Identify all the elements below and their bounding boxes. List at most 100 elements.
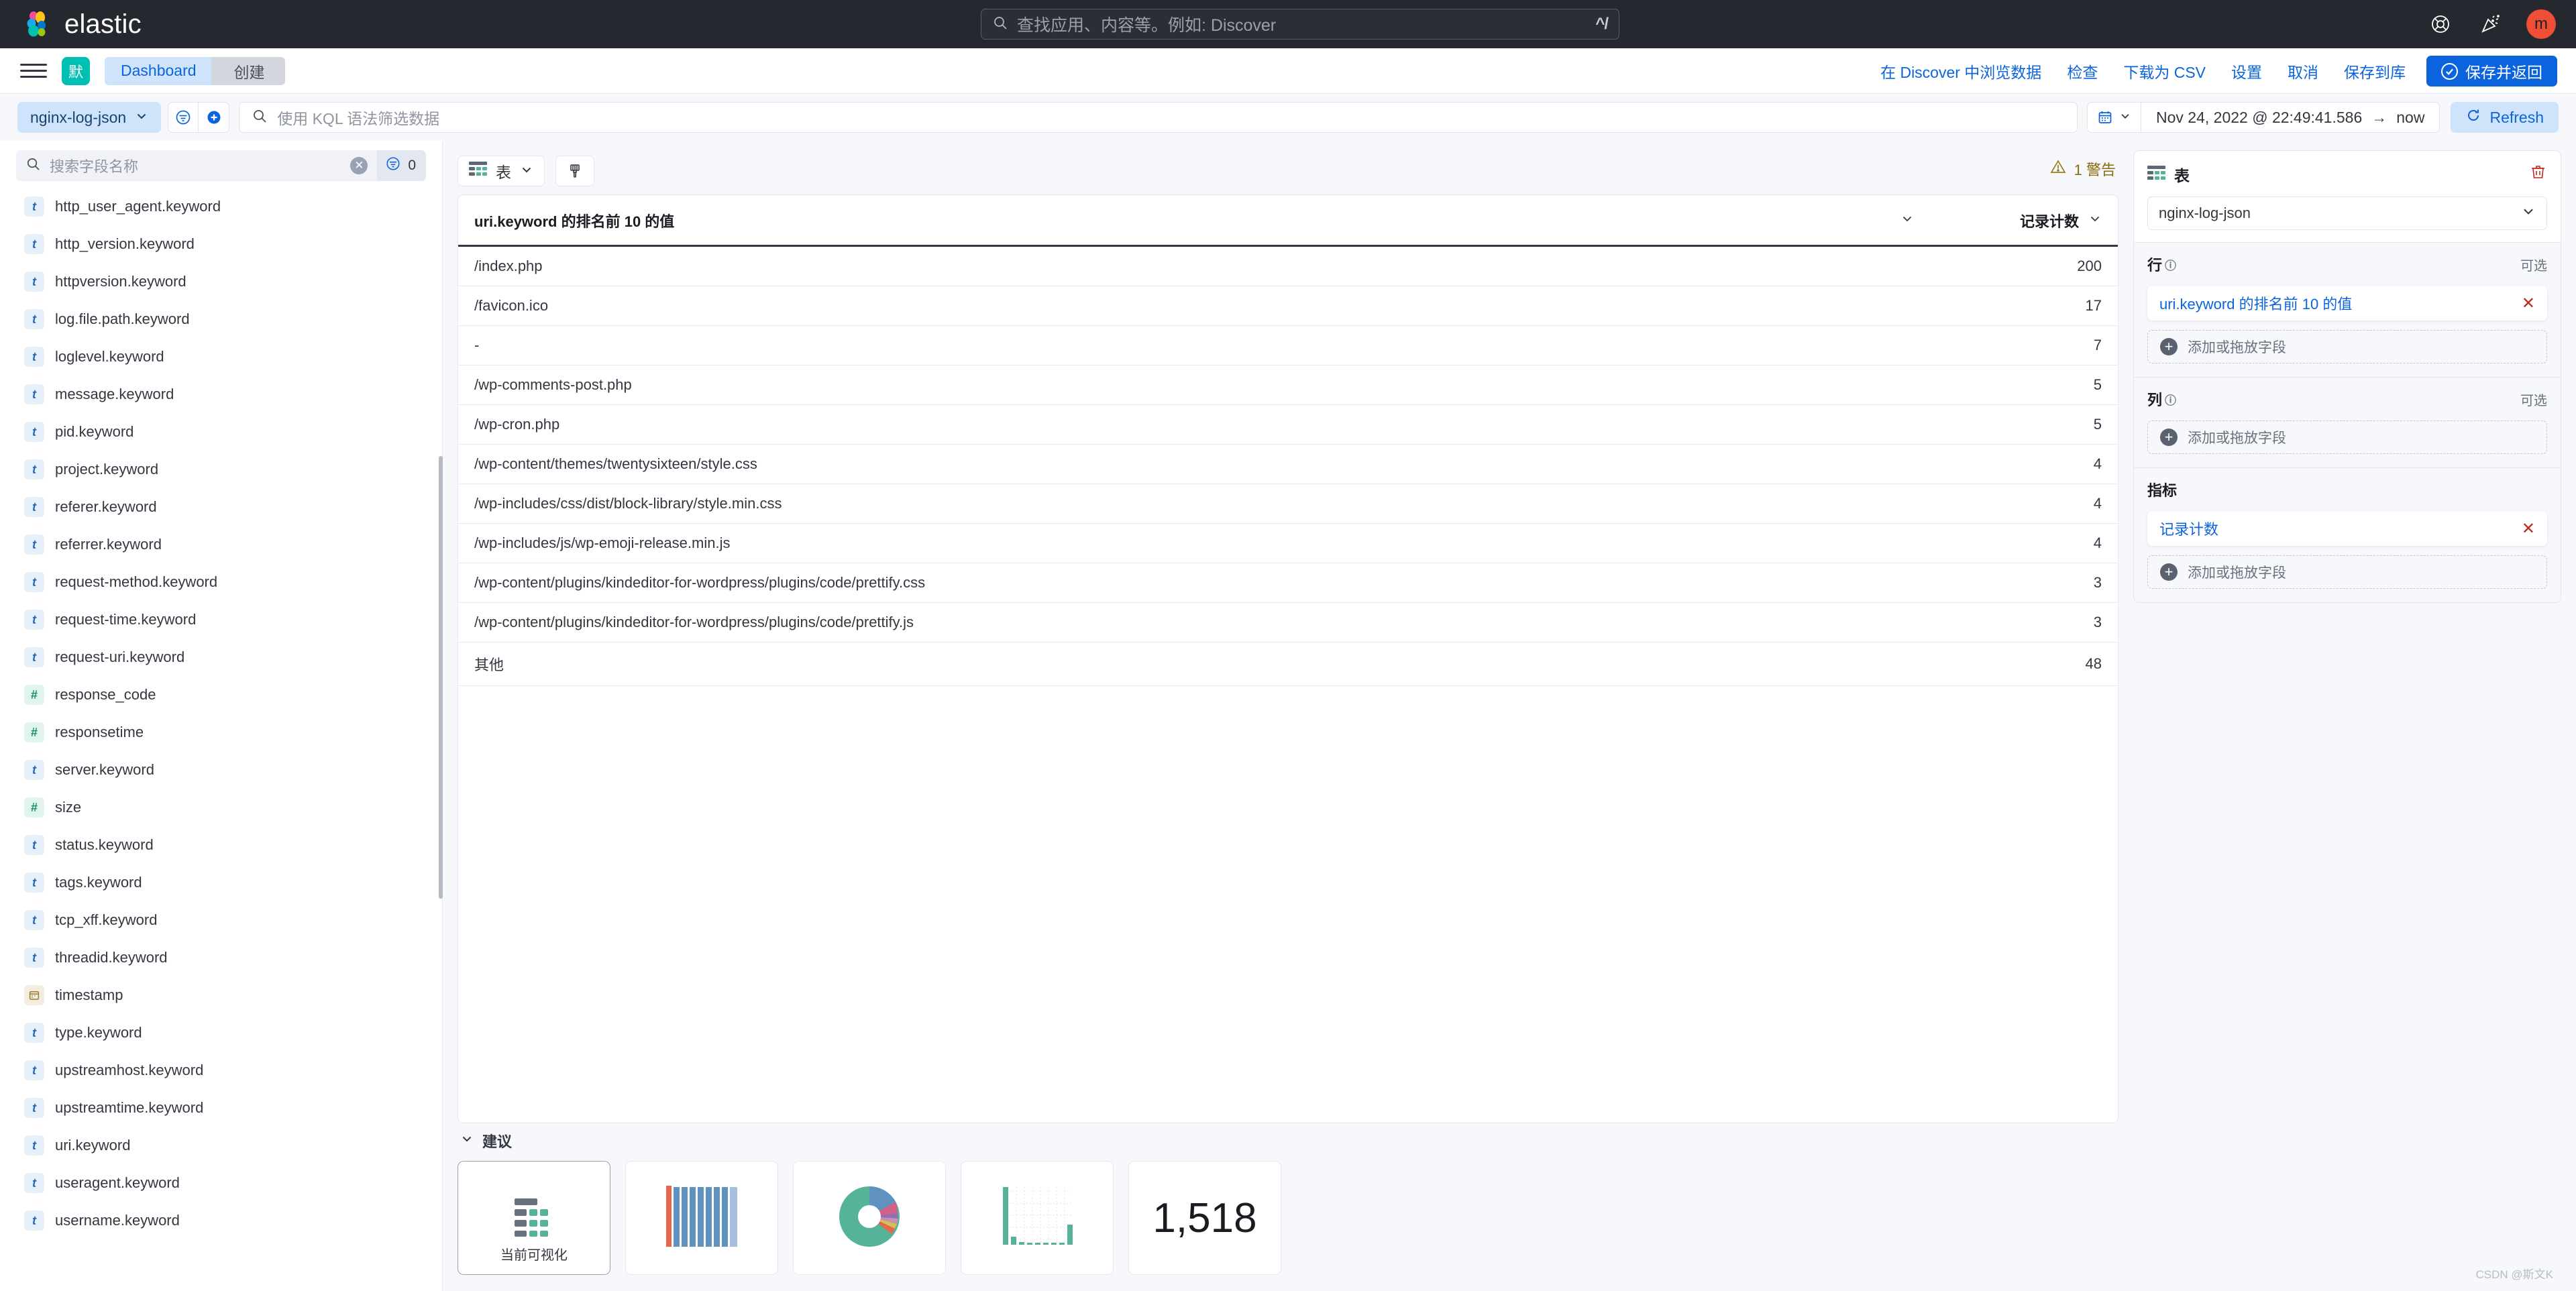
- field-item[interactable]: t request-uri.keyword: [16, 638, 435, 676]
- save-and-return-button[interactable]: 保存并返回: [2426, 56, 2557, 87]
- suggestion-card-donut[interactable]: [793, 1161, 946, 1275]
- suggestion-card-current[interactable]: 当前可视化: [458, 1161, 610, 1275]
- sidebar-scrollbar[interactable]: [439, 456, 443, 899]
- config-section-title: 行 ⓘ: [2147, 254, 2176, 275]
- field-item[interactable]: t tcp_xff.keyword: [16, 901, 435, 939]
- field-item[interactable]: timestamp: [16, 976, 435, 1014]
- field-item[interactable]: # size: [16, 789, 435, 826]
- remove-dimension-icon[interactable]: ✕: [2522, 294, 2535, 313]
- field-item[interactable]: t message.keyword: [16, 376, 435, 413]
- cancel-button[interactable]: 取消: [2275, 60, 2331, 82]
- date-range-picker[interactable]: Nov 24, 2022 @ 22:49:41.586 → now: [2087, 102, 2440, 133]
- table-row[interactable]: /wp-content/plugins/kindeditor-for-wordp…: [458, 563, 2118, 603]
- table-row[interactable]: /wp-cron.php 5: [458, 404, 2118, 445]
- space-avatar[interactable]: 默: [62, 56, 90, 85]
- chart-toolbar: 表 1 警告: [458, 150, 2118, 192]
- field-item[interactable]: t referer.keyword: [16, 488, 435, 526]
- field-item[interactable]: t request-method.keyword: [16, 563, 435, 601]
- config-dimension-pill[interactable]: uri.keyword 的排名前 10 的值 ✕: [2147, 286, 2547, 321]
- field-item[interactable]: t httpversion.keyword: [16, 263, 435, 300]
- download-csv-button[interactable]: 下载为 CSV: [2110, 60, 2218, 82]
- config-add-field-dropzone[interactable]: + 添加或拖放字段: [2147, 420, 2547, 454]
- field-item[interactable]: t useragent.keyword: [16, 1164, 435, 1202]
- field-item[interactable]: t loglevel.keyword: [16, 338, 435, 376]
- field-item[interactable]: t server.keyword: [16, 751, 435, 789]
- save-to-library-button[interactable]: 保存到库: [2331, 60, 2418, 82]
- field-item-label: response_code: [55, 686, 156, 703]
- filter-icon[interactable]: [168, 102, 199, 133]
- datasource-selector[interactable]: nginx-log-json: [17, 102, 162, 133]
- field-item[interactable]: t request-time.keyword: [16, 601, 435, 638]
- date-range-value[interactable]: Nov 24, 2022 @ 22:49:41.586 → now: [2141, 102, 2440, 133]
- field-item[interactable]: # response_code: [16, 676, 435, 714]
- vis-type-selector[interactable]: 表: [458, 156, 545, 186]
- config-dimension-pill[interactable]: 记录计数 ✕: [2147, 511, 2547, 546]
- suggestion-card-histogram[interactable]: [961, 1161, 1114, 1275]
- field-list[interactable]: t http_user_agent.keyword t http_version.ke…: [0, 188, 442, 1291]
- field-filter-button[interactable]: 0: [377, 150, 426, 181]
- field-item[interactable]: t referrer.keyword: [16, 526, 435, 563]
- settings-button[interactable]: 设置: [2218, 60, 2275, 82]
- vis-type-label: 表: [496, 164, 511, 181]
- global-search-bar[interactable]: 查找应用、内容等。例如: Discover ^/: [981, 9, 1619, 40]
- inspect-button[interactable]: 检查: [2054, 60, 2110, 82]
- field-item[interactable]: # responsetime: [16, 714, 435, 751]
- table-row[interactable]: /wp-comments-post.php 5: [458, 365, 2118, 405]
- field-item[interactable]: t pid.keyword: [16, 413, 435, 451]
- field-item[interactable]: t status.keyword: [16, 826, 435, 864]
- paintbrush-icon[interactable]: [555, 156, 594, 186]
- field-item[interactable]: t log.file.path.keyword: [16, 300, 435, 338]
- user-avatar[interactable]: m: [2526, 9, 2556, 39]
- string-field-icon: t: [24, 1173, 44, 1193]
- table-row[interactable]: -7: [458, 325, 2118, 366]
- hamburger-menu-icon[interactable]: [20, 58, 47, 85]
- field-item[interactable]: t http_user_agent.keyword: [16, 188, 435, 225]
- string-field-icon: t: [24, 497, 44, 517]
- lifebuoy-icon[interactable]: [2427, 11, 2454, 38]
- kql-search-input[interactable]: 使用 KQL 语法筛选数据: [239, 102, 2078, 133]
- table-row[interactable]: /wp-content/themes/twentysixteen/style.c…: [458, 444, 2118, 484]
- config-datasource-select[interactable]: nginx-log-json: [2147, 197, 2547, 230]
- table-row[interactable]: /favicon.ico 17: [458, 286, 2118, 326]
- field-search-input[interactable]: 搜索字段名称 ✕: [16, 150, 378, 181]
- table-row[interactable]: /wp-content/plugins/kindeditor-for-wordp…: [458, 602, 2118, 642]
- field-item[interactable]: t project.keyword: [16, 451, 435, 488]
- field-item[interactable]: t uri.keyword: [16, 1127, 435, 1164]
- confetti-icon[interactable]: [2477, 11, 2504, 38]
- field-item[interactable]: t type.keyword: [16, 1014, 435, 1052]
- add-filter-icon[interactable]: [199, 102, 230, 133]
- suggestion-card-bar[interactable]: [625, 1161, 778, 1275]
- chevron-down-icon[interactable]: [460, 1132, 474, 1149]
- breadcrumb-item-create[interactable]: 创建: [211, 56, 285, 85]
- suggestion-card-metric[interactable]: 1,518: [1128, 1161, 1281, 1275]
- trash-icon[interactable]: [2529, 163, 2547, 184]
- table-empty-space: [458, 686, 2118, 1123]
- table-column-header-uri[interactable]: uri.keyword 的排名前 10 的值: [458, 195, 1930, 247]
- chevron-down-icon[interactable]: [1900, 212, 1930, 229]
- field-item[interactable]: t upstreamhost.keyword: [16, 1052, 435, 1089]
- field-item[interactable]: t username.keyword: [16, 1202, 435, 1239]
- config-add-field-dropzone[interactable]: + 添加或拖放字段: [2147, 330, 2547, 363]
- config-add-field-dropzone[interactable]: + 添加或拖放字段: [2147, 555, 2547, 589]
- clear-circle-icon[interactable]: ✕: [350, 157, 368, 174]
- field-item[interactable]: t http_version.keyword: [16, 225, 435, 263]
- explore-in-discover-button[interactable]: 在 Discover 中浏览数据: [1868, 60, 2054, 82]
- table-row[interactable]: /index.php 200: [458, 245, 2118, 286]
- breadcrumb-item-dashboard[interactable]: Dashboard: [105, 56, 230, 85]
- field-item[interactable]: t upstreamtime.keyword: [16, 1089, 435, 1127]
- table-row[interactable]: /wp-includes/js/wp-emoji-release.min.js 4: [458, 523, 2118, 563]
- table-row[interactable]: /wp-includes/css/dist/block-library/styl…: [458, 484, 2118, 524]
- help-icon[interactable]: ⓘ: [2165, 256, 2176, 273]
- elastic-logo[interactable]: elastic: [23, 9, 142, 40]
- chevron-down-icon[interactable]: [2088, 212, 2102, 229]
- field-item[interactable]: t tags.keyword: [16, 864, 435, 901]
- table-row[interactable]: 其他 48: [458, 642, 2118, 686]
- suggestions-header[interactable]: 建议: [458, 1130, 2118, 1152]
- help-icon[interactable]: ⓘ: [2165, 391, 2176, 408]
- warning-badge[interactable]: 1 警告: [2049, 158, 2116, 180]
- refresh-button[interactable]: Refresh: [2451, 102, 2559, 133]
- remove-dimension-icon[interactable]: ✕: [2522, 519, 2535, 539]
- calendar-icon[interactable]: [2087, 102, 2141, 133]
- field-item[interactable]: t threadid.keyword: [16, 939, 435, 976]
- table-column-header-count[interactable]: 记录计数: [1930, 195, 2118, 247]
